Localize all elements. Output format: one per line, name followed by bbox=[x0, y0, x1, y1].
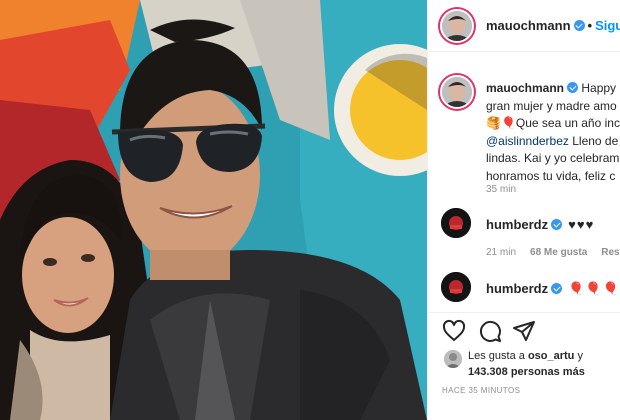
likes-count: 143.308 bbox=[468, 366, 508, 378]
author-avatar[interactable] bbox=[440, 9, 474, 43]
liker-avatar[interactable] bbox=[444, 350, 462, 368]
caption-author-avatar[interactable] bbox=[440, 75, 474, 109]
commenter-avatar[interactable] bbox=[441, 272, 471, 302]
likes-prefix: Les gusta a bbox=[468, 350, 525, 362]
likes-line-2[interactable]: 143.308 personas más bbox=[468, 366, 585, 378]
caption-username[interactable]: mauochmann bbox=[486, 81, 564, 95]
verified-badge-icon bbox=[573, 20, 585, 31]
caption-line-1: Happy bbox=[581, 81, 617, 95]
post-photo[interactable] bbox=[0, 0, 427, 420]
comment-text: 🎈🎈🎈 bbox=[568, 281, 620, 296]
caption-line-5: lindas. Kai y yo celebram bbox=[486, 151, 620, 165]
comment-username[interactable]: humberdz bbox=[486, 217, 548, 232]
post-actions-bar bbox=[428, 312, 620, 346]
comment-username[interactable]: humberdz bbox=[486, 281, 548, 296]
comment-user-row: humberdz ♥♥♥ bbox=[486, 217, 594, 232]
share-icon[interactable] bbox=[512, 319, 536, 343]
commenter-avatar[interactable] bbox=[441, 208, 471, 238]
author-username-row: mauochmann •Siguiendo bbox=[486, 18, 620, 33]
heart-icon[interactable] bbox=[442, 319, 466, 343]
following-button[interactable]: Siguiendo bbox=[595, 18, 620, 33]
caption-line-3: 🥞🎈Que sea un año inc bbox=[486, 116, 620, 130]
comment-reply-link[interactable]: Responder bbox=[601, 247, 620, 258]
caption-line-6: honramos tu vida, feliz c bbox=[486, 168, 616, 183]
comment-item: humberdz 🎈🎈🎈 bbox=[428, 272, 620, 312]
comment-user-row: humberdz 🎈🎈🎈 bbox=[486, 281, 620, 297]
caption-time: 35 min bbox=[486, 184, 517, 195]
comment-icon[interactable] bbox=[478, 319, 502, 343]
comment-verified-badge-icon bbox=[551, 283, 563, 294]
post-caption: mauochmann Happy gran mujer y madre amo … bbox=[428, 66, 620, 196]
post-side-panel: mauochmann •Siguiendo mauochmann Happy gr… bbox=[427, 0, 620, 420]
post-header: mauochmann •Siguiendo bbox=[428, 0, 620, 52]
likes-suffix: personas más bbox=[510, 366, 585, 378]
liker-username[interactable]: oso_artu bbox=[528, 350, 574, 362]
likes-joiner: y bbox=[577, 350, 583, 362]
caption-verified-badge-icon bbox=[567, 82, 579, 93]
comment-time: 21 min bbox=[486, 247, 517, 258]
comment-likes[interactable]: 68 Me gusta bbox=[530, 247, 587, 258]
caption-line-2: gran mujer y madre amo bbox=[486, 98, 617, 113]
post-timestamp[interactable]: HACE 35 MINUTOS bbox=[442, 386, 520, 395]
likes-line-1: Les gusta a oso_artu y bbox=[468, 350, 583, 362]
comment-meta: 21 min 68 Me gusta Responder bbox=[486, 247, 620, 258]
likes-summary: Les gusta a oso_artu y 143.308 personas … bbox=[428, 346, 620, 382]
caption-line-4: Lleno de bbox=[568, 133, 619, 148]
comment-text: ♥♥♥ bbox=[568, 217, 595, 232]
comment-verified-badge-icon bbox=[551, 219, 563, 230]
author-username[interactable]: mauochmann bbox=[486, 18, 571, 33]
caption-mention-link[interactable]: @aislinnderbez bbox=[486, 134, 569, 148]
caption-text: mauochmann Happy gran mujer y madre amo … bbox=[486, 80, 620, 185]
comment-item: humberdz ♥♥♥ 21 min 68 Me gusta Responder bbox=[428, 208, 620, 268]
selfie-photo bbox=[0, 0, 427, 420]
separator-dot: • bbox=[587, 18, 593, 33]
